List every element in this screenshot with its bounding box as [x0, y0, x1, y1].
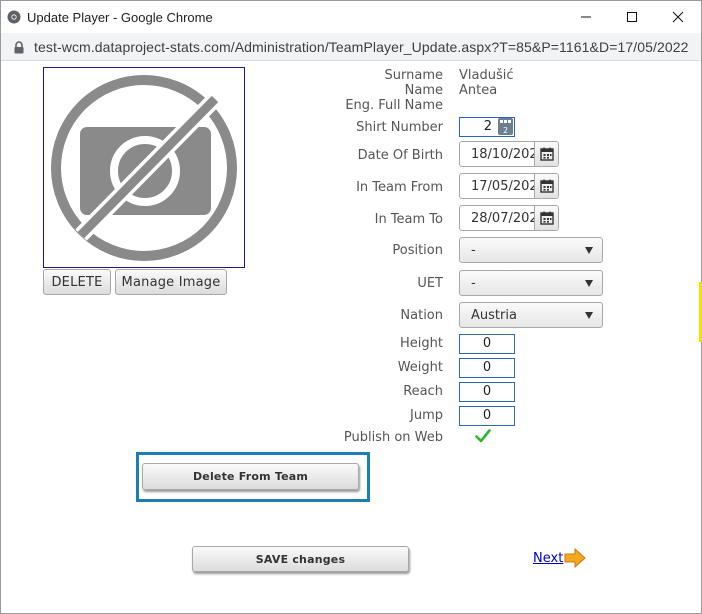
close-icon — [672, 11, 684, 23]
delete-image-button[interactable]: DELETE — [43, 269, 111, 295]
manage-image-button[interactable]: Manage Image — [115, 269, 227, 295]
uet-select[interactable]: - — [459, 270, 603, 296]
delete-from-team-button[interactable]: Delete From Team — [142, 463, 359, 490]
name-value: Antea — [459, 83, 498, 98]
url-text[interactable]: test-wcm.dataproject-stats.com/Administr… — [34, 39, 689, 55]
shirt-number-label: Shirt Number — [356, 120, 443, 135]
jump-input[interactable]: 0 — [459, 406, 515, 426]
page-content: DELETE Manage Image Surname Vladušić Nam… — [1, 62, 702, 612]
save-changes-button[interactable]: SAVE changes — [192, 546, 409, 572]
position-selected-value: - — [471, 243, 476, 258]
position-select[interactable]: - — [459, 237, 603, 263]
maximize-icon — [627, 12, 637, 22]
no-photo-icon — [51, 75, 237, 261]
in-team-to-label: In Team To — [374, 212, 443, 227]
height-label: Height — [400, 336, 443, 351]
position-label: Position — [392, 243, 443, 258]
lock-icon — [14, 41, 24, 54]
surname-label: Surname — [384, 68, 443, 83]
next-link[interactable]: Next — [533, 551, 563, 566]
chrome-icon — [7, 10, 21, 24]
calendar-button[interactable] — [534, 142, 558, 166]
height-input[interactable]: 0 — [459, 334, 515, 354]
surname-value: Vladušić — [459, 68, 514, 83]
uet-label: UET — [417, 276, 443, 291]
weight-input[interactable]: 0 — [459, 358, 515, 378]
date-of-birth-input[interactable]: 18/10/2022 — [459, 141, 559, 167]
in-team-from-input[interactable]: 17/05/2022 — [459, 173, 559, 199]
uet-selected-value: - — [471, 276, 476, 291]
calendar-button[interactable] — [534, 174, 558, 198]
minimize-icon — [581, 16, 591, 18]
svg-text:2: 2 — [503, 126, 508, 135]
name-label: Name — [404, 83, 443, 98]
minimize-button[interactable] — [563, 1, 609, 33]
reach-label: Reach — [403, 384, 443, 399]
calendar-icon — [539, 147, 554, 161]
title-bar: Update Player - Google Chrome — [1, 1, 701, 33]
in-team-to-input[interactable]: 28/07/2022 — [459, 205, 559, 231]
player-photo — [43, 67, 245, 268]
publish-checkmark-icon[interactable] — [475, 429, 491, 443]
calendar-icon — [539, 211, 554, 225]
weight-label: Weight — [397, 360, 443, 375]
jump-label: Jump — [410, 408, 443, 423]
reach-input[interactable]: 0 — [459, 382, 515, 402]
calendar-button[interactable] — [534, 206, 558, 230]
nation-selected-value: Austria — [471, 308, 517, 323]
dropdown-arrow-icon — [585, 312, 593, 319]
nation-select[interactable]: Austria — [459, 302, 603, 328]
calendar-icon — [539, 179, 554, 193]
close-button[interactable] — [655, 1, 701, 33]
browser-window: Update Player - Google Chrome test-wcm.d… — [0, 0, 702, 614]
next-arrow-icon[interactable] — [564, 548, 586, 568]
dropdown-arrow-icon — [585, 247, 593, 254]
in-team-from-label: In Team From — [356, 180, 443, 195]
nation-label: Nation — [400, 308, 443, 323]
window-title: Update Player - Google Chrome — [27, 10, 213, 25]
publish-on-web-label: Publish on Web — [343, 430, 443, 445]
eng-full-name-label: Eng. Full Name — [345, 98, 443, 113]
dropdown-arrow-icon — [585, 280, 593, 287]
date-of-birth-label: Date Of Birth — [357, 148, 443, 163]
jersey-number-icon[interactable]: 2 — [497, 117, 514, 136]
maximize-button[interactable] — [609, 1, 655, 33]
address-bar[interactable]: test-wcm.dataproject-stats.com/Administr… — [1, 33, 701, 61]
